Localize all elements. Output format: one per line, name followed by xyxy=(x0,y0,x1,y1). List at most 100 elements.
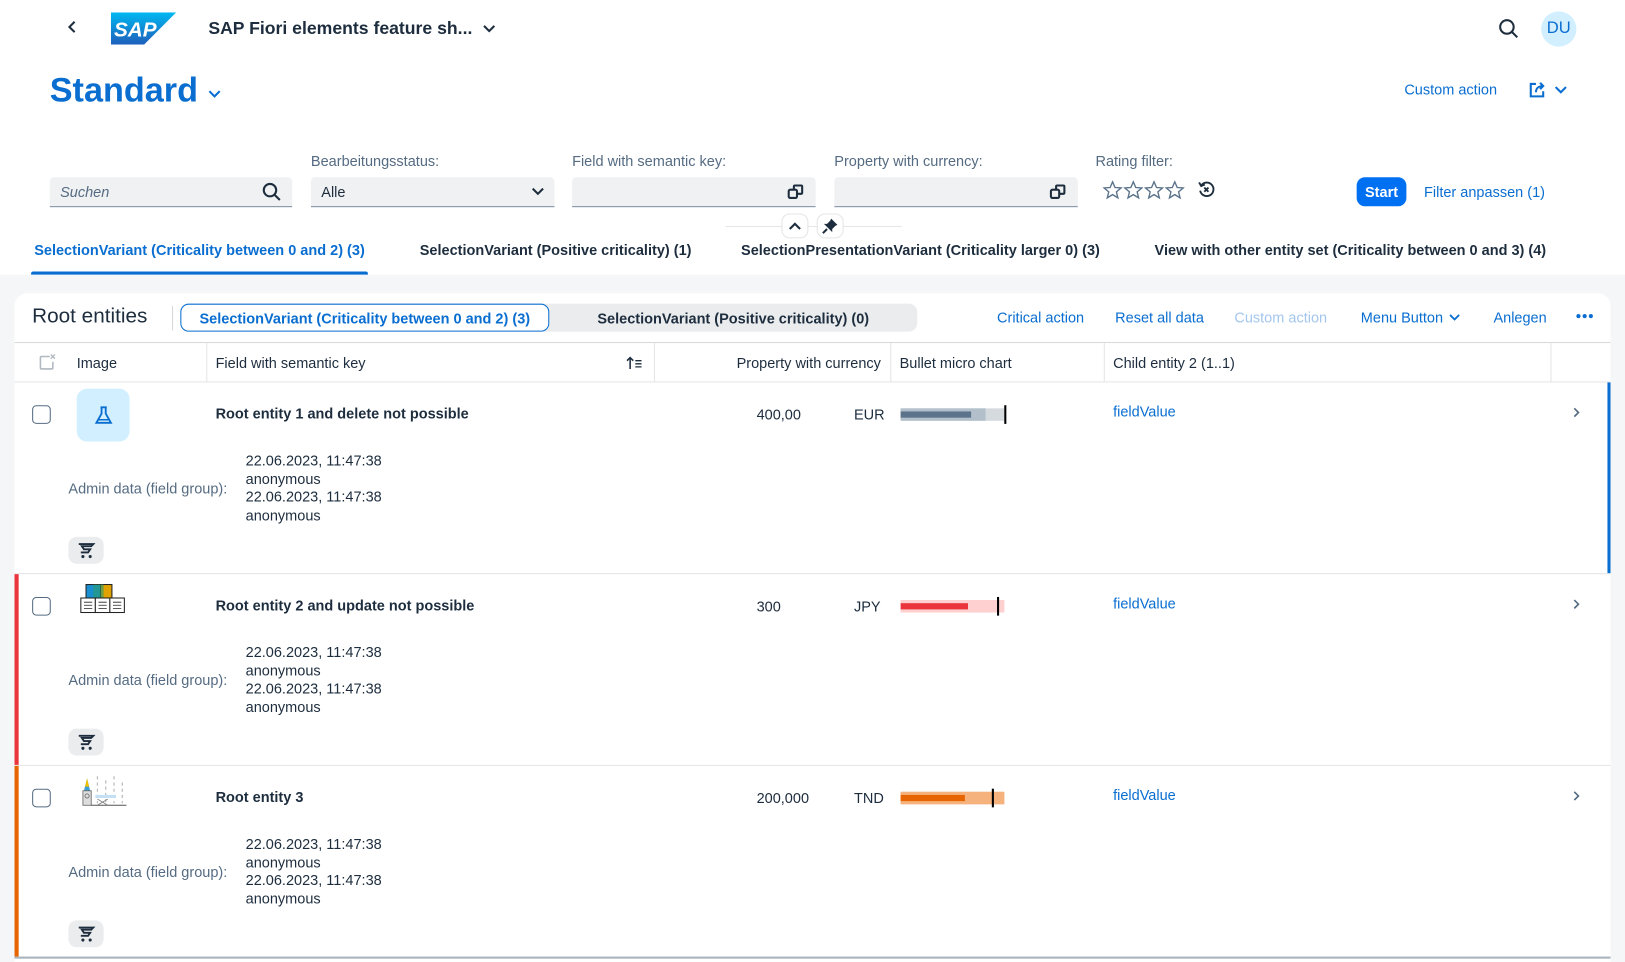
row-checkbox[interactable] xyxy=(32,596,51,616)
app-title: SAP Fiori elements feature sh... xyxy=(208,18,473,39)
amount-value: 400,00 xyxy=(756,406,801,423)
column-currency[interactable]: Property with currency xyxy=(657,343,881,382)
svg-text:SAP: SAP xyxy=(114,18,157,41)
column-bullet-chart[interactable]: Bullet micro chart xyxy=(900,343,1012,382)
title-separator xyxy=(172,305,174,331)
create-button[interactable]: Anlegen xyxy=(1493,309,1546,326)
start-button[interactable]: Start xyxy=(1356,177,1407,207)
cart-button[interactable] xyxy=(68,920,104,948)
value-help-icon[interactable] xyxy=(1049,182,1068,201)
sap-logo[interactable]: SAP xyxy=(110,12,177,45)
row-navigation-button[interactable] xyxy=(1572,405,1580,422)
cart-button[interactable] xyxy=(68,728,104,756)
filter-label-semantic-key: Field with semantic key: xyxy=(572,152,727,169)
tab-criticality-larger-0[interactable]: SelectionPresentationVariant (Criticalit… xyxy=(741,241,1100,274)
bullet-target-marker xyxy=(997,596,1000,616)
reset-all-data-button[interactable]: Reset all data xyxy=(1115,309,1204,326)
bullet-actual-value xyxy=(900,411,972,418)
child-entity-link[interactable]: fieldValue xyxy=(1113,403,1176,420)
bullet-micro-chart xyxy=(900,596,1009,616)
row-title: Root entity 1 and delete not possible xyxy=(215,405,469,422)
lab-flask-icon[interactable] xyxy=(76,388,130,442)
row-checkbox[interactable] xyxy=(32,788,51,808)
bullet-actual-value xyxy=(900,603,968,610)
tab-positive-criticality[interactable]: SelectionVariant (Positive criticality) … xyxy=(420,241,692,274)
user-avatar[interactable]: DU xyxy=(1541,11,1577,47)
search-input[interactable]: Suchen xyxy=(49,177,293,208)
cart-button[interactable] xyxy=(68,536,104,564)
column-semantic-key[interactable]: Field with semantic key xyxy=(216,343,366,382)
pin-icon xyxy=(822,218,838,234)
landmark-image[interactable] xyxy=(77,772,130,825)
warehouse-image[interactable] xyxy=(77,580,130,633)
currency-code: EUR xyxy=(853,406,885,423)
table-variant-segmented-button: SelectionVariant (Criticality between 0 … xyxy=(180,303,918,332)
collapse-header-button[interactable] xyxy=(781,213,809,239)
value-help-icon[interactable] xyxy=(787,182,806,201)
chevron-down-icon xyxy=(531,187,544,196)
critical-action-button[interactable]: Critical action xyxy=(997,309,1084,326)
rating-indicator[interactable] xyxy=(1102,180,1185,200)
chevron-down-icon xyxy=(1554,86,1567,94)
filter-label-status: Bearbeitungsstatus: xyxy=(310,152,440,169)
column-image[interactable]: Image xyxy=(77,343,117,382)
bullet-micro-chart xyxy=(900,788,1009,808)
criticality-indicator xyxy=(14,574,19,765)
bullet-target-marker xyxy=(991,788,994,808)
admin-value: anonymous xyxy=(245,889,321,907)
overflow-button[interactable] xyxy=(1574,306,1595,330)
adapt-filters-button[interactable]: Filter anpassen (1) xyxy=(1424,183,1545,200)
bullet-target-marker xyxy=(1004,405,1007,424)
table-row[interactable]: Root entity 2 and update not possible Adm… xyxy=(14,574,1611,766)
status-select[interactable]: Alle xyxy=(310,177,555,208)
star-icon[interactable] xyxy=(1164,180,1185,200)
variant-management[interactable]: Standard xyxy=(50,70,221,109)
custom-action-button[interactable]: Custom action xyxy=(1234,309,1327,326)
table-row[interactable]: Root entity 1 and delete not possible Adm… xyxy=(14,382,1611,575)
row-title: Root entity 3 xyxy=(215,788,304,806)
segment-positive-criticality[interactable]: SelectionVariant (Positive criticality) … xyxy=(549,304,917,332)
amount-value: 300 xyxy=(756,598,781,615)
overflow-icon xyxy=(1576,314,1593,319)
row-navigation-button[interactable] xyxy=(1572,789,1580,806)
navigated-row-indicator xyxy=(1607,382,1611,574)
menu-button[interactable]: Menu Button xyxy=(1361,309,1461,325)
search-icon[interactable] xyxy=(1497,17,1522,42)
star-icon[interactable] xyxy=(1123,180,1144,200)
child-entity-link[interactable]: fieldValue xyxy=(1113,787,1176,804)
chevron-up-icon xyxy=(789,222,801,230)
select-all-checkbox[interactable] xyxy=(37,343,56,382)
column-divider xyxy=(206,343,208,383)
chevron-right-icon xyxy=(1573,791,1580,801)
row-navigation-button[interactable] xyxy=(1572,597,1580,614)
star-icon[interactable] xyxy=(1144,180,1164,200)
app-title-menu[interactable]: SAP Fiori elements feature sh... xyxy=(208,19,495,40)
column-child-entity[interactable]: Child entity 2 (1..1) xyxy=(1113,343,1235,382)
filter-label-currency: Property with currency: xyxy=(834,152,983,169)
admin-value: 22.06.2023, 11:47:38 xyxy=(245,835,382,852)
pin-header-button[interactable] xyxy=(816,213,844,239)
table-row[interactable]: Root entity 3 Admin data (field group): 22… xyxy=(14,765,1611,958)
column-divider xyxy=(1103,343,1105,383)
row-title: Root entity 2 and update not possible xyxy=(215,596,475,614)
cart-icon xyxy=(78,926,96,942)
row-checkbox[interactable] xyxy=(32,405,51,424)
star-icon[interactable] xyxy=(1102,180,1123,200)
child-entity-link[interactable]: fieldValue xyxy=(1113,595,1176,612)
share-menu-button[interactable] xyxy=(1528,81,1567,100)
admin-data-label: Admin data (field group): xyxy=(68,479,228,497)
semantic-key-input[interactable] xyxy=(572,177,816,208)
table-column-header: Image Field with semantic key Property w… xyxy=(14,342,1611,383)
header-custom-action-button[interactable]: Custom action xyxy=(1404,81,1497,98)
tab-other-entity-set[interactable]: View with other entity set (Criticality … xyxy=(1155,241,1547,274)
back-button[interactable] xyxy=(65,17,80,44)
header-divider xyxy=(725,225,902,227)
chevron-left-icon xyxy=(67,21,76,33)
search-icon[interactable] xyxy=(261,181,282,202)
currency-input[interactable] xyxy=(834,177,1078,208)
segment-criticality-0-2[interactable]: SelectionVariant (Criticality between 0 … xyxy=(180,303,550,332)
bullet-actual-value xyxy=(900,794,965,802)
status-value: Alle xyxy=(321,183,346,201)
tab-criticality-0-2[interactable]: SelectionVariant (Criticality between 0 … xyxy=(31,241,368,275)
reset-rating-icon[interactable] xyxy=(1197,180,1216,199)
